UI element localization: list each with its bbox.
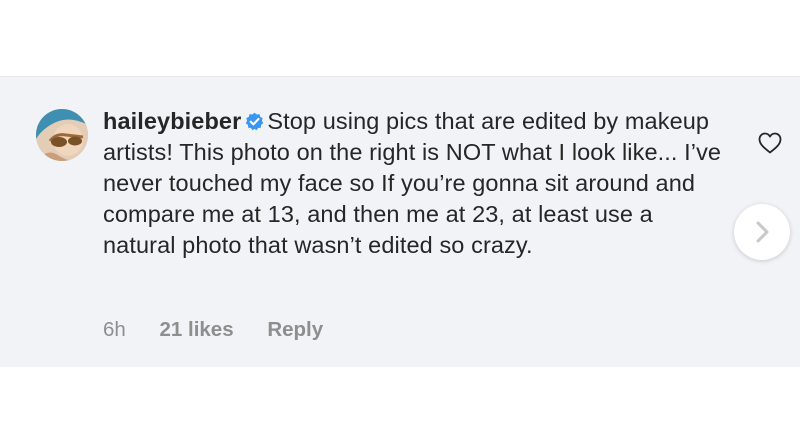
likes-count[interactable]: 21 likes [160,318,234,341]
avatar-image [36,109,88,161]
avatar[interactable] [36,109,88,161]
comment-time: 6h [103,318,126,341]
reply-button[interactable]: Reply [267,318,323,341]
comment-body: haileybieber Stop using pics that are ed… [103,106,728,261]
heart-outline-icon[interactable] [758,132,782,154]
username[interactable]: haileybieber [103,108,241,134]
comment-panel: haileybieber Stop using pics that are ed… [0,76,800,367]
chevron-right-icon [756,221,769,243]
comment-meta: 6h 21 likes Reply [103,318,351,342]
next-button[interactable] [734,204,790,260]
verified-check-icon [246,112,264,131]
